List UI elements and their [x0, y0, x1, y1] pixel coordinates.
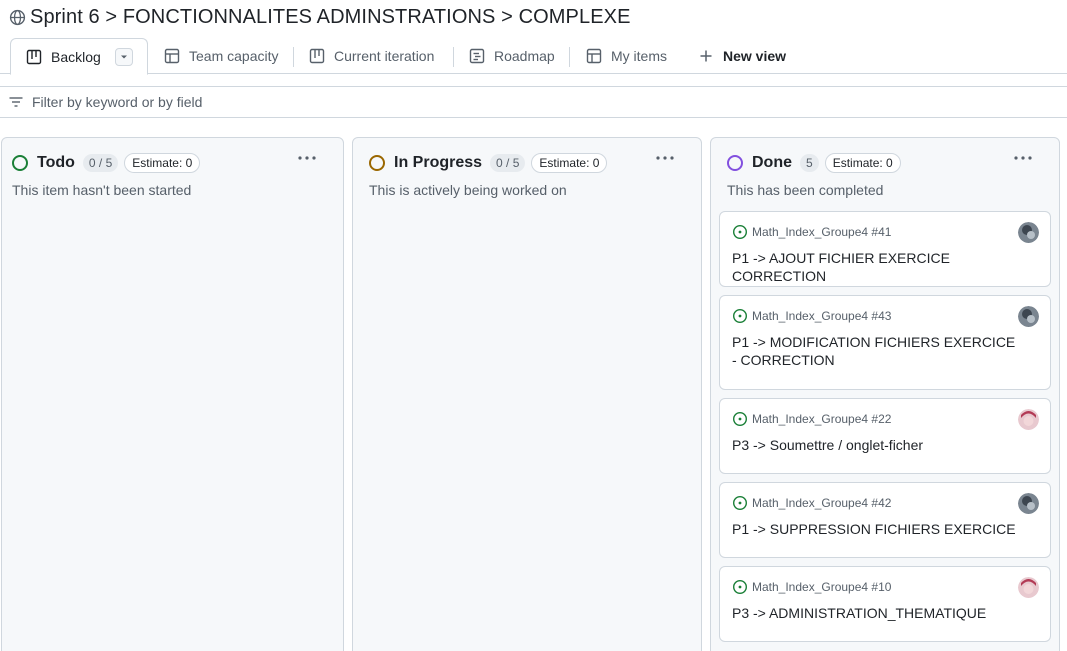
avatar[interactable]: [1018, 493, 1039, 514]
tab-roadmap[interactable]: Roadmap: [469, 38, 555, 74]
tab-label: Team capacity: [189, 48, 279, 64]
column-header: In Progress 0 / 5 Estimate: 0: [369, 152, 608, 174]
page-title: Sprint 6 > FONCTIONNALITES ADMINSTRATION…: [30, 5, 631, 28]
card-repo-label: Math_Index_Groupe4 #41: [752, 225, 892, 239]
card-repo-link[interactable]: Math_Index_Groupe4 #10: [732, 579, 891, 595]
table-icon: [586, 48, 602, 64]
card-repo-link[interactable]: Math_Index_Groupe4 #43: [732, 308, 891, 324]
item-count-badge: 0 / 5: [82, 154, 119, 172]
column-description: This item hasn't been started: [12, 182, 192, 198]
board-icon: [309, 48, 325, 64]
filter-bar: [0, 86, 1067, 118]
issue-card[interactable]: Math_Index_Groupe4 #43 P1 -> MODIFICATIO…: [719, 295, 1051, 390]
kebab-horizontal-icon: [1014, 156, 1032, 160]
board: Todo 0 / 5 Estimate: 0 This item hasn't …: [0, 118, 1067, 651]
tab-label: Roadmap: [494, 48, 555, 64]
plus-icon: [698, 48, 714, 64]
tab-my-items[interactable]: My items: [586, 38, 667, 74]
board-icon: [26, 49, 42, 65]
tab-label: Backlog: [51, 48, 101, 65]
estimate-badge: Estimate: 0: [824, 153, 901, 173]
tab-label: My items: [611, 48, 667, 64]
card-repo-link[interactable]: Math_Index_Groupe4 #22: [732, 411, 891, 427]
table-icon: [164, 48, 180, 64]
tab-divider: [453, 47, 454, 67]
kebab-horizontal-icon: [656, 156, 674, 160]
column-in-progress: In Progress 0 / 5 Estimate: 0 This is ac…: [352, 137, 702, 651]
item-count-badge: 5: [800, 154, 819, 172]
estimate-badge: Estimate: 0: [531, 153, 608, 173]
tab-divider: [293, 47, 294, 67]
issue-opened-icon: [732, 579, 748, 595]
status-todo-icon: [12, 155, 28, 171]
card-title[interactable]: P3 -> Soumettre / onglet-ficher: [732, 436, 1022, 454]
tab-team-capacity[interactable]: Team capacity: [164, 38, 278, 74]
new-view-button[interactable]: New view: [698, 38, 786, 74]
card-repo-label: Math_Index_Groupe4 #10: [752, 580, 892, 594]
card-title[interactable]: P1 -> SUPPRESSION FICHIERS EXERCICE: [732, 520, 1022, 538]
card-title[interactable]: P1 -> MODIFICATION FICHIERS EXERCICE - C…: [732, 333, 1022, 369]
card-repo-label: Math_Index_Groupe4 #22: [752, 412, 892, 426]
issue-opened-icon: [732, 411, 748, 427]
globe-icon: [9, 9, 26, 26]
column-menu-button[interactable]: [655, 150, 675, 166]
kebab-horizontal-icon: [298, 156, 316, 160]
card-repo-link[interactable]: Math_Index_Groupe4 #41: [732, 224, 891, 240]
issue-opened-icon: [732, 495, 748, 511]
issue-opened-icon: [732, 224, 748, 240]
issue-card[interactable]: Math_Index_Groupe4 #42 P1 -> SUPPRESSION…: [719, 482, 1051, 558]
column-menu-button[interactable]: [1013, 150, 1033, 166]
column-done: Done 5 Estimate: 0 This has been complet…: [710, 137, 1060, 651]
card-repo-label: Math_Index_Groupe4 #43: [752, 309, 892, 323]
column-description: This is actively being worked on: [369, 182, 567, 198]
column-title: Todo: [37, 154, 75, 171]
avatar[interactable]: [1018, 222, 1039, 243]
card-title[interactable]: P3 -> ADMINISTRATION_THEMATIQUE: [732, 604, 1022, 622]
tab-backlog[interactable]: Backlog: [10, 38, 148, 75]
tab-label: New view: [723, 48, 787, 64]
avatar[interactable]: [1018, 409, 1039, 430]
tab-current-iteration[interactable]: Current iteration: [309, 38, 434, 74]
estimate-badge: Estimate: 0: [124, 153, 201, 173]
column-description: This has been completed: [727, 182, 884, 198]
column-header: Todo 0 / 5 Estimate: 0: [12, 152, 201, 174]
filter-input[interactable]: [32, 94, 432, 110]
issue-card[interactable]: Math_Index_Groupe4 #41 P1 -> AJOUT FICHI…: [719, 211, 1051, 287]
item-count-badge: 0 / 5: [490, 154, 526, 172]
card-repo-label: Math_Index_Groupe4 #42: [752, 496, 892, 510]
chevron-down-icon: [120, 55, 127, 58]
status-done-icon: [727, 155, 743, 171]
card-title[interactable]: P1 -> AJOUT FICHIER EXERCICE CORRECTION: [732, 249, 1022, 285]
column-header: Done 5 Estimate: 0: [727, 152, 901, 174]
issue-card[interactable]: Math_Index_Groupe4 #22 P3 -> Soumettre /…: [719, 398, 1051, 474]
view-tabs: Backlog Team capacity Current iteration …: [0, 36, 1067, 75]
status-in-progress-icon: [369, 155, 385, 171]
column-todo: Todo 0 / 5 Estimate: 0 This item hasn't …: [1, 137, 344, 651]
tab-divider: [569, 47, 570, 67]
avatar[interactable]: [1018, 577, 1039, 598]
tab-label: Current iteration: [334, 48, 435, 64]
view-options-button[interactable]: [114, 47, 133, 66]
column-title: In Progress: [394, 154, 483, 171]
column-menu-button[interactable]: [297, 150, 317, 166]
roadmap-icon: [469, 48, 485, 64]
avatar[interactable]: [1018, 306, 1039, 327]
filter-icon: [8, 94, 24, 110]
page-header: Sprint 6 > FONCTIONNALITES ADMINSTRATION…: [0, 0, 1067, 34]
card-repo-link[interactable]: Math_Index_Groupe4 #42: [732, 495, 891, 511]
issue-card[interactable]: Math_Index_Groupe4 #10 P3 -> ADMINISTRAT…: [719, 566, 1051, 642]
column-title: Done: [752, 154, 792, 171]
issue-opened-icon: [732, 308, 748, 324]
